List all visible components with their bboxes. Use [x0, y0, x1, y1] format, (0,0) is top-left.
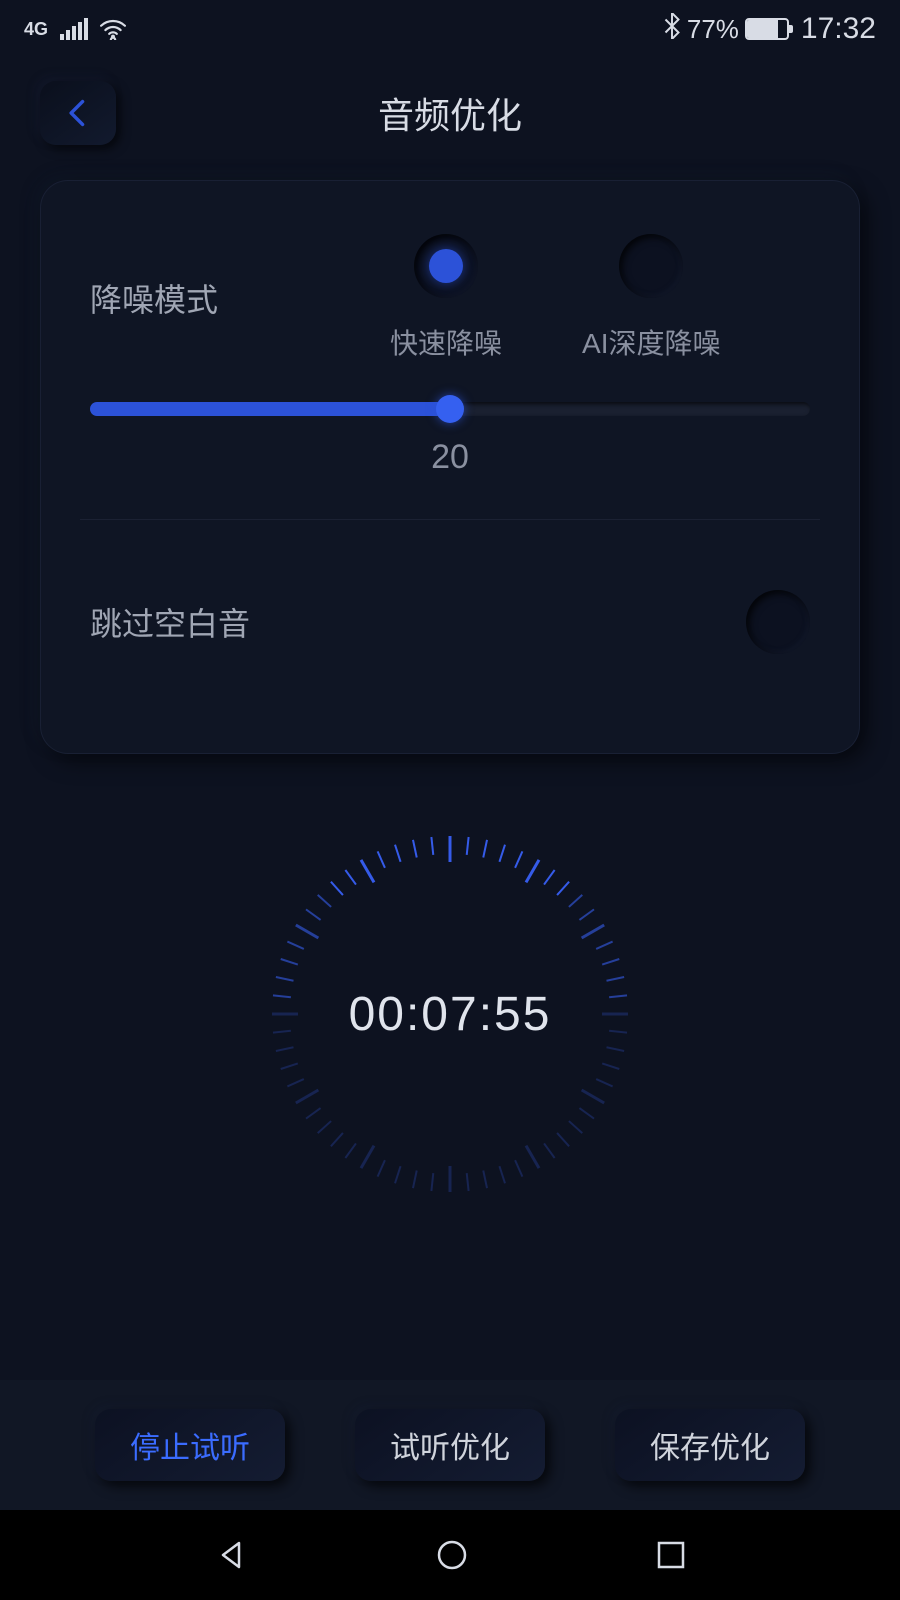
- page-title: 音频优化: [378, 87, 522, 139]
- network-indicator: 4G: [24, 20, 48, 38]
- header: 音频优化: [0, 58, 900, 168]
- skip-blank-row: 跳过空白音: [90, 520, 810, 714]
- save-optimize-button[interactable]: 保存优化: [615, 1409, 805, 1481]
- skip-blank-toggle[interactable]: [746, 590, 810, 654]
- radio-circle-icon: [619, 234, 683, 298]
- system-nav-bar: [0, 1510, 900, 1600]
- nav-home-icon[interactable]: [434, 1537, 470, 1573]
- status-right: 77% 17:32: [663, 12, 876, 46]
- network-type: 4G: [24, 20, 48, 38]
- chevron-left-icon: [64, 97, 92, 129]
- back-button[interactable]: [40, 81, 116, 145]
- battery-icon: [745, 18, 789, 40]
- clock: 17:32: [801, 12, 876, 46]
- noise-mode-label: 降噪模式: [90, 275, 350, 321]
- battery-percent: 77%: [687, 14, 739, 45]
- skip-blank-label: 跳过空白音: [90, 599, 250, 645]
- noise-mode-row: 降噪模式 快速降噪 AI深度降噪: [90, 234, 810, 362]
- radio-ai-deep-noise[interactable]: AI深度降噪: [582, 234, 720, 362]
- noise-slider-value: 20: [90, 438, 810, 477]
- preview-optimize-button[interactable]: 试听优化: [355, 1409, 545, 1481]
- bluetooth-icon: [663, 13, 681, 46]
- noise-mode-radio-group: 快速降噪 AI深度降噪: [350, 234, 810, 362]
- timer-dial: 00:07:55: [270, 834, 630, 1194]
- radio-circle-icon: [414, 234, 478, 298]
- nav-back-icon[interactable]: [213, 1537, 249, 1573]
- radio-fast-noise[interactable]: 快速降噪: [390, 234, 502, 362]
- status-bar: 4G 77% 17:32: [0, 0, 900, 58]
- signal-icon: [60, 18, 88, 40]
- settings-card: 降噪模式 快速降噪 AI深度降噪 20 跳过空白音: [40, 180, 860, 754]
- radio-label: 快速降噪: [390, 322, 502, 362]
- noise-slider-section: 20: [90, 402, 810, 477]
- stop-preview-button[interactable]: 停止试听: [95, 1409, 285, 1481]
- noise-slider[interactable]: [90, 402, 810, 416]
- wifi-icon: [100, 18, 126, 40]
- slider-thumb-icon: [436, 395, 464, 423]
- status-left: 4G: [24, 18, 126, 40]
- timer-section: 00:07:55: [0, 814, 900, 1214]
- timer-ticks-icon: [270, 834, 630, 1194]
- bottom-action-bar: 停止试听 试听优化 保存优化: [0, 1380, 900, 1510]
- radio-label: AI深度降噪: [582, 322, 720, 362]
- nav-recent-icon[interactable]: [655, 1539, 687, 1571]
